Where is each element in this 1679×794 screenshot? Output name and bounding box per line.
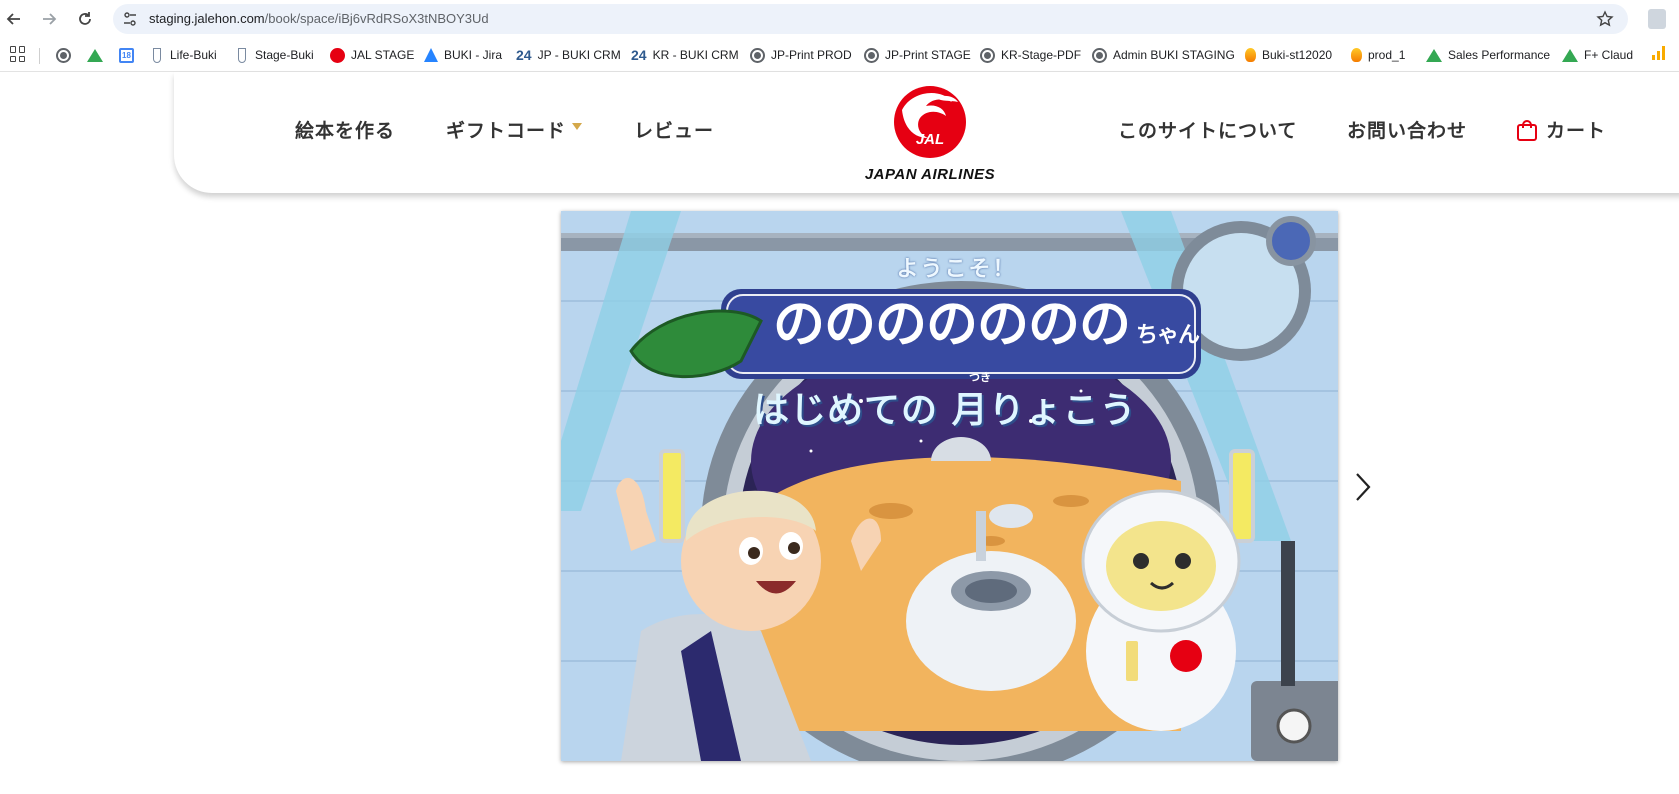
forward-icon[interactable] [38, 8, 60, 30]
bookmark-label: Buki-st12020 [1262, 48, 1333, 62]
nav-contact[interactable]: お問い合わせ [1347, 116, 1467, 143]
url-path: /book/space/iBj6vRdRSoX3tNBOY3Ud [264, 11, 489, 26]
bookmark-kr-buki-crm[interactable]: 24 KR - BUKI CRM [631, 46, 739, 64]
bookmark-jal-stage[interactable]: JAL STAGE [330, 46, 414, 64]
url-text: staging.jalehon.com/book/space/iBj6vRdRS… [149, 11, 489, 26]
url-domain: staging.jalehon.com [149, 11, 265, 26]
logo-badge-text: JAL [916, 131, 944, 148]
bookmark-jp-buki-crm[interactable]: 24 JP - BUKI CRM [516, 46, 621, 64]
book-cover: ようこそ！ ののののののの ちゃん つき はじめての 月りょこう [561, 211, 1338, 761]
globe-icon [864, 47, 879, 63]
bookmark-kr-stage-pdf[interactable]: KR-Stage-PDF [980, 46, 1081, 64]
bookmark-label: Stage-Buki [255, 48, 314, 62]
site-header: 絵本を作る ギフトコード レビュー JAL JAPAN AIRLINES このサ… [174, 72, 1679, 193]
jira-icon [424, 48, 438, 62]
bookmark-label: F+ Claud [1584, 48, 1634, 62]
test-tube-icon [153, 47, 161, 63]
star-icon[interactable] [1596, 10, 1614, 32]
firebase-icon [1351, 48, 1362, 62]
bookmark-life-buki[interactable]: Life-Buki [150, 46, 217, 64]
bookmark-label: KR - BUKI CRM [652, 48, 739, 62]
bookmark-label: Sales Performance [1448, 48, 1551, 62]
bookmark-buki-jira[interactable]: BUKI - Jira [424, 46, 502, 64]
bookmark-label: JP-Print PROD [771, 48, 852, 62]
bookmark-label: JP - BUKI CRM [537, 48, 621, 62]
jal-logo-icon [330, 47, 345, 63]
nav-gift-code[interactable]: ギフトコード [446, 116, 583, 143]
calendar-icon: 18 [119, 47, 134, 63]
test-tube-icon [238, 47, 246, 63]
cover-illustration [561, 211, 1338, 761]
reload-icon[interactable] [74, 8, 96, 30]
nav-reviews[interactable]: レビュー [634, 116, 714, 143]
bookmark-jp-print-prod[interactable]: JP-Print PROD [750, 46, 852, 64]
apps-grid-icon[interactable] [10, 46, 26, 62]
globe-icon [980, 47, 995, 63]
nav-gift-code-label: ギフトコード [446, 120, 567, 142]
cover-title-part2: 月りょこう [951, 390, 1137, 431]
nav-about[interactable]: このサイトについて [1118, 116, 1297, 143]
back-icon[interactable] [3, 8, 25, 30]
browser-toolbar: staging.jalehon.com/book/space/iBj6vRdRS… [0, 0, 1679, 38]
bookmark-drive[interactable] [87, 46, 103, 64]
bookmark-label: Admin BUKI STAGING [1113, 48, 1235, 62]
shopping-bag-icon [1516, 119, 1538, 141]
globe-icon [56, 47, 71, 63]
bookmarks-separator [39, 48, 40, 64]
bitrix24-icon: 24 [631, 47, 647, 63]
bookmark-stage-buki[interactable]: Stage-Buki [235, 46, 314, 64]
chevron-down-icon [572, 123, 583, 130]
bookmark-calendar[interactable]: 18 [119, 46, 134, 64]
firebase-icon [1245, 48, 1256, 62]
globe-icon [750, 47, 765, 63]
bookmark-prod-1[interactable]: prod_1 [1351, 46, 1405, 64]
bookmark-label: KR-Stage-PDF [1001, 48, 1082, 62]
cover-title: はじめての 月りょこう [753, 381, 1313, 433]
bookmark-label: prod_1 [1368, 48, 1406, 62]
jal-logo[interactable]: JAL JAPAN AIRLINES [840, 80, 1020, 183]
bookmark-label: JAL STAGE [351, 48, 415, 62]
cover-name-suffix: ちゃん [1136, 323, 1200, 348]
bitrix24-icon: 24 [516, 47, 532, 63]
globe-icon [1092, 47, 1107, 63]
bookmark-label: BUKI - Jira [444, 48, 503, 62]
jal-crane-icon: JAL [894, 86, 966, 158]
cover-welcome-text: ようこそ！ [896, 257, 1017, 282]
google-drive-icon [87, 48, 103, 62]
next-page-chevron-icon[interactable] [1353, 470, 1375, 504]
nav-cart[interactable]: カート [1516, 116, 1606, 143]
cover-child-name: ののののののの ちゃん [773, 295, 1293, 366]
profile-icon[interactable] [1648, 9, 1666, 29]
bookmarks-bar: 18 Life-Buki Stage-Buki JAL STAGE BUKI -… [0, 38, 1679, 72]
google-drive-icon [1562, 48, 1578, 62]
bookmark-globe[interactable] [56, 46, 71, 64]
nav-cart-label: カート [1546, 120, 1607, 142]
google-drive-icon [1426, 48, 1442, 62]
cover-child-name-text: ののののののの [773, 295, 1131, 355]
site-info-icon[interactable] [122, 11, 138, 27]
nav-create-book[interactable]: 絵本を作る [295, 116, 395, 143]
bookmark-f-claud[interactable]: F+ Claud [1562, 46, 1633, 64]
bookmark-buki-st12020[interactable]: Buki-st12020 [1245, 46, 1332, 64]
bookmark-sales-performance[interactable]: Sales Performance [1426, 46, 1550, 64]
logo-wordmark: JAPAN AIRLINES [864, 166, 996, 183]
bookmark-admin-buki-staging[interactable]: Admin BUKI STAGING [1092, 46, 1235, 64]
bookmark-label: JP-Print STAGE [885, 48, 971, 62]
analytics-icon[interactable] [1652, 46, 1665, 60]
bookmark-jp-print-stage[interactable]: JP-Print STAGE [864, 46, 971, 64]
bookmark-label: Life-Buki [170, 48, 217, 62]
cover-title-part1: はじめての [753, 390, 939, 431]
address-bar[interactable]: staging.jalehon.com/book/space/iBj6vRdRS… [113, 4, 1628, 34]
